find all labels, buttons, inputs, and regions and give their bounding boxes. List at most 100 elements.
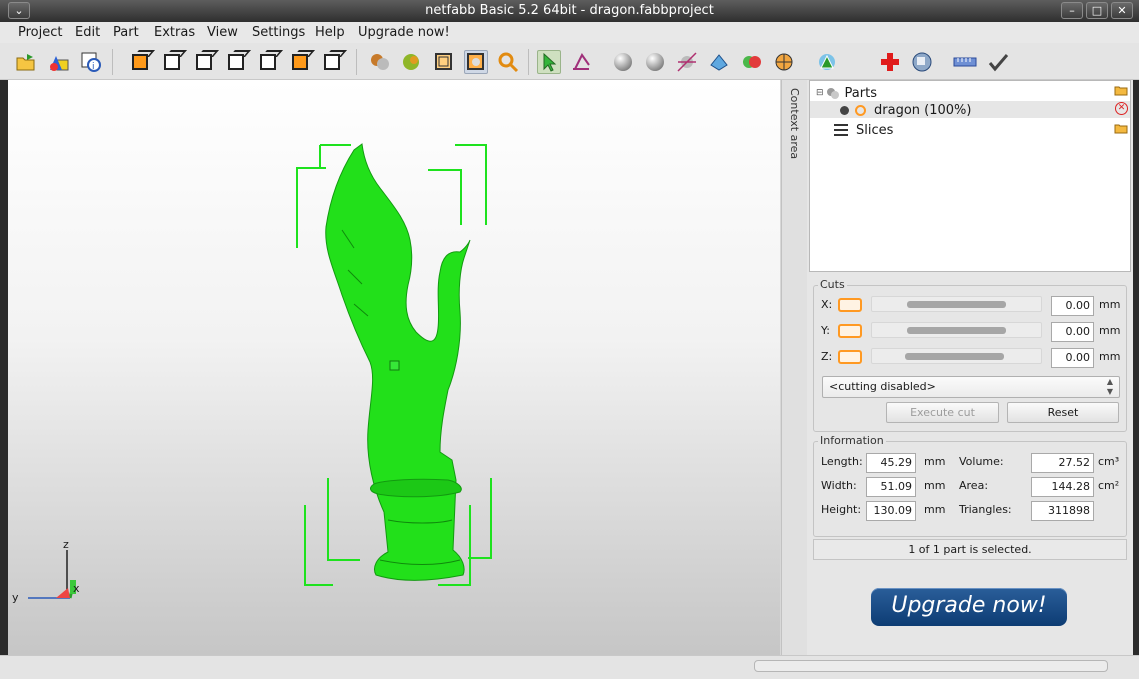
length-value: 45.29: [866, 453, 916, 473]
export-icon[interactable]: [910, 50, 934, 74]
spinner-arrows-icon: ▲▼: [1107, 377, 1113, 397]
right-panel: ⊟ Parts dragon (100%) ✕ Slices Cuts: [807, 80, 1133, 655]
view-bottom-icon[interactable]: [288, 50, 312, 74]
menu-project[interactable]: Project: [18, 25, 62, 40]
cut-x-label: X:: [821, 298, 832, 311]
view-top-icon[interactable]: [256, 50, 280, 74]
area-value: 144.28: [1031, 477, 1094, 497]
view-right-icon[interactable]: [224, 50, 248, 74]
parts-icon: [826, 86, 840, 100]
cut-y-slider[interactable]: [871, 322, 1042, 338]
cut-z-slider[interactable]: [871, 348, 1042, 364]
zoom-icon[interactable]: [496, 50, 520, 74]
merge-icon[interactable]: [740, 50, 764, 74]
rotate-part-icon[interactable]: [643, 50, 667, 74]
volume-value: 27.52: [1031, 453, 1094, 473]
project-tree: ⊟ Parts dragon (100%) ✕ Slices: [809, 80, 1131, 272]
axis-gizmo: [28, 550, 76, 598]
cuts-title: Cuts: [818, 278, 847, 291]
add-part-icon[interactable]: [47, 50, 71, 74]
width-label: Width:: [821, 479, 857, 492]
view-iso-icon[interactable]: [320, 50, 344, 74]
remove-part-icon[interactable]: ✕: [1115, 102, 1128, 115]
cut-y-input[interactable]: 0.00: [1051, 322, 1094, 342]
menu-view[interactable]: View: [207, 25, 238, 40]
triangles-value: 311898: [1031, 501, 1094, 521]
view-back-icon[interactable]: [160, 50, 184, 74]
bottom-status-bar: [0, 655, 1139, 679]
volume-unit: cm³: [1098, 455, 1119, 468]
checkmark-icon[interactable]: [986, 50, 1010, 74]
main-toolbar: i: [0, 43, 1139, 80]
context-area-tab[interactable]: Context area: [781, 80, 807, 655]
cut-z-toggle[interactable]: [838, 350, 862, 364]
section-icon[interactable]: [772, 50, 796, 74]
cut-z-unit: mm: [1099, 350, 1120, 363]
height-value: 130.09: [866, 501, 916, 521]
parts-folder-icon[interactable]: [1114, 84, 1128, 100]
menu-edit[interactable]: Edit: [75, 25, 100, 40]
expand-icon[interactable]: ⊟: [816, 88, 824, 98]
parts-label: Parts: [845, 86, 877, 101]
pivot-handle[interactable]: [390, 361, 399, 370]
width-unit: mm: [924, 479, 945, 492]
slices-icon: [834, 124, 848, 136]
tree-node-slices[interactable]: Slices: [834, 121, 893, 139]
slices-folder-icon[interactable]: [1114, 122, 1128, 137]
wireframe-icon[interactable]: [432, 50, 456, 74]
cut-x-toggle[interactable]: [838, 298, 862, 312]
execute-cut-button[interactable]: Execute cut: [886, 402, 999, 423]
cuts-group: Cuts X: 0.00 mm Y: 0.00 mm Z: 0.00 mm <c…: [813, 285, 1127, 432]
cut-z-input[interactable]: 0.00: [1051, 348, 1094, 368]
measure-icon[interactable]: [569, 50, 593, 74]
maximize-button[interactable]: □: [1086, 2, 1108, 19]
mirror-icon[interactable]: [707, 50, 731, 74]
part-info-icon[interactable]: i: [79, 50, 103, 74]
menu-extras[interactable]: Extras: [154, 25, 195, 40]
cut-x-unit: mm: [1099, 298, 1120, 311]
menu-bar: Project Edit Part Extras View Settings H…: [0, 22, 1139, 43]
repair-icon[interactable]: [815, 50, 839, 74]
cut-y-toggle[interactable]: [838, 324, 862, 338]
ruler-icon[interactable]: [953, 50, 977, 74]
triangles-label: Triangles:: [959, 503, 1012, 516]
width-value: 51.09: [866, 477, 916, 497]
box-view-icon[interactable]: [464, 50, 488, 74]
view-front-icon[interactable]: [128, 50, 152, 74]
view-left-icon[interactable]: [192, 50, 216, 74]
information-title: Information: [818, 434, 886, 447]
information-group: Information Length: 45.29 mm Volume: 27.…: [813, 441, 1127, 537]
cut-y-label: Y:: [821, 324, 830, 337]
menu-upgrade[interactable]: Upgrade now!: [358, 25, 450, 40]
upgrade-now-button[interactable]: Upgrade now!: [871, 588, 1067, 626]
visibility-icon[interactable]: [855, 105, 866, 116]
cut-x-slider[interactable]: [871, 296, 1042, 312]
tree-node-dragon[interactable]: dragon (100%): [840, 101, 971, 119]
part-status-icon: [840, 106, 849, 115]
minimize-button[interactable]: –: [1061, 2, 1083, 19]
shading-icon[interactable]: [368, 50, 392, 74]
open-project-icon[interactable]: [14, 50, 38, 74]
progress-scrollbar[interactable]: [754, 660, 1108, 672]
scale-part-icon[interactable]: [675, 50, 699, 74]
close-button[interactable]: ✕: [1111, 2, 1133, 19]
axis-z-label: z: [63, 538, 69, 551]
toolbar-separator: [356, 49, 357, 75]
add-red-cross-icon[interactable]: [878, 50, 902, 74]
move-part-icon[interactable]: [611, 50, 635, 74]
select-cursor-icon[interactable]: [537, 50, 561, 74]
3d-viewport[interactable]: z y x: [8, 80, 780, 655]
cut-y-unit: mm: [1099, 324, 1120, 337]
menu-settings[interactable]: Settings: [252, 25, 305, 40]
cut-x-input[interactable]: 0.00: [1051, 296, 1094, 316]
tree-node-parts[interactable]: ⊟ Parts: [816, 84, 877, 102]
length-label: Length:: [821, 455, 863, 468]
selection-status: 1 of 1 part is selected.: [813, 539, 1127, 560]
texture-icon[interactable]: [400, 50, 424, 74]
menu-part[interactable]: Part: [113, 25, 139, 40]
cutting-mode-select[interactable]: <cutting disabled> ▲▼: [822, 376, 1120, 398]
window-title: netfabb Basic 5.2 64bit - dragon.fabbpro…: [0, 3, 1139, 18]
menu-help[interactable]: Help: [315, 25, 345, 40]
reset-button[interactable]: Reset: [1007, 402, 1119, 423]
height-unit: mm: [924, 503, 945, 516]
